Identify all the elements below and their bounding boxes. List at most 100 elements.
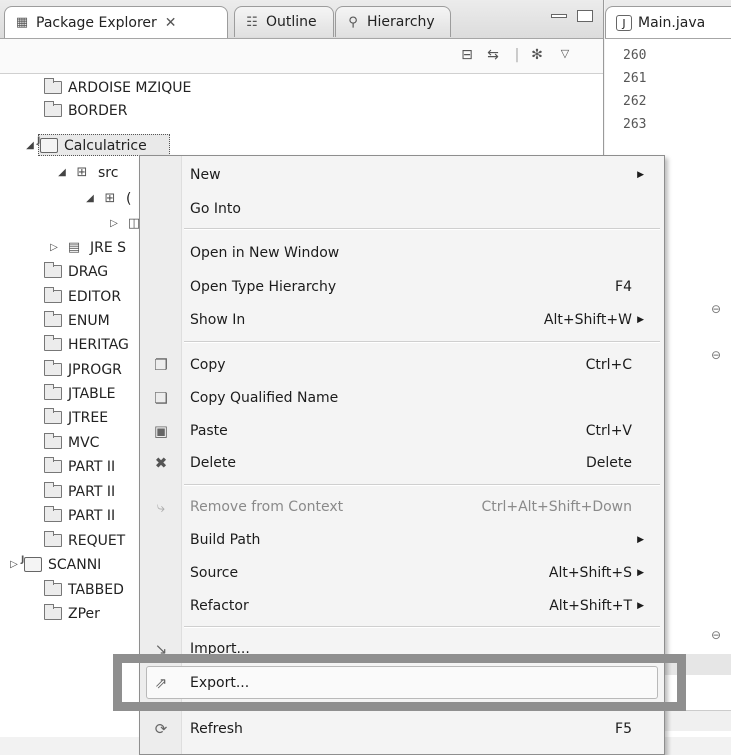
tab-label: Outline [266, 14, 317, 30]
menu-item-copy[interactable]: ❐ Copy Ctrl+C [140, 348, 664, 381]
tree-item[interactable]: ZPer [28, 602, 100, 625]
menu-separator [184, 228, 660, 230]
tree-item[interactable]: JPROGR [28, 358, 122, 381]
focus-task-icon[interactable]: ✻ [528, 47, 546, 63]
fold-icon[interactable]: ⊖ [711, 348, 721, 362]
folder-icon [44, 433, 62, 449]
shortcut-label: Ctrl+C [585, 356, 632, 373]
context-menu: New ▶ Go Into Open in New Window Open Ty… [139, 155, 665, 755]
menu-item-refactor[interactable]: Refactor Alt+Shift+T ▶ [140, 589, 664, 622]
tree-item[interactable]: JTABLE [28, 382, 115, 405]
shortcut-label: Ctrl+Alt+Shift+Down [481, 498, 632, 515]
tree-item[interactable]: PART II [28, 455, 115, 478]
java-project-icon [37, 136, 58, 153]
menu-item-source[interactable]: Source Alt+Shift+S ▶ [140, 556, 664, 589]
folder-icon [44, 408, 62, 424]
folder-icon [44, 287, 62, 303]
menu-item-show-in[interactable]: Show In Alt+Shift+W ▶ [140, 303, 664, 336]
tree-item[interactable]: PART II [28, 504, 115, 527]
fold-icon[interactable]: ⊖ [711, 302, 721, 316]
tree-item[interactable]: ▷ ▤ JRE S [48, 236, 126, 259]
shortcut-label: Alt+Shift+W [543, 311, 632, 328]
view-toolbar: ⊟ ⇆ | ✻ ▽ [0, 39, 603, 74]
tree-item[interactable]: REQUET [28, 529, 125, 552]
tree-item[interactable]: DRAG [28, 260, 108, 283]
tree-item[interactable]: HERITAG [28, 333, 129, 356]
outline-icon: ☷ [246, 14, 258, 30]
window-controls [551, 10, 593, 22]
library-icon: ▤ [67, 239, 81, 255]
menu-item-delete[interactable]: ✖ Delete Delete [140, 446, 664, 479]
menu-item-build-path[interactable]: Build Path ▶ [140, 523, 664, 556]
tab-package-explorer[interactable]: ▦ Package Explorer ✕ [4, 6, 228, 38]
separator-icon: | [514, 47, 520, 63]
line-number: 260 [623, 48, 647, 63]
tab-hierarchy[interactable]: ⚲ Hierarchy [335, 6, 451, 37]
source-folder-icon: ⊞ [76, 164, 88, 180]
collapse-arrow-icon[interactable]: ▷ [108, 218, 120, 229]
folder-icon [44, 384, 62, 400]
shortcut-label: Alt+Shift+S [548, 564, 632, 581]
tree-item[interactable]: EDITOR [28, 285, 121, 308]
tree-item[interactable]: ◢ ⊞( [84, 187, 131, 210]
menu-item-open-in-new-window[interactable]: Open in New Window [140, 236, 664, 269]
java-project-icon [21, 555, 42, 572]
import-icon: ↘ [154, 639, 168, 658]
menu-item-import[interactable]: ↘ Import... [140, 632, 664, 665]
collapse-all-icon[interactable]: ⊟ [458, 47, 476, 63]
line-number: 261 [623, 71, 647, 86]
collapse-arrow-icon[interactable]: ▷ [8, 559, 20, 570]
folder-icon [44, 360, 62, 376]
link-with-editor-icon[interactable]: ⇆ [484, 47, 502, 63]
submenu-arrow-icon: ▶ [637, 534, 644, 545]
tab-main-java[interactable]: J Main.java [605, 6, 731, 38]
menu-item-go-into[interactable]: Go Into [140, 192, 664, 225]
collapse-arrow-icon[interactable]: ▷ [48, 242, 60, 253]
tab-outline[interactable]: ☷ Outline [234, 6, 334, 37]
submenu-arrow-icon: ▶ [637, 567, 644, 578]
close-icon[interactable]: ✕ [165, 15, 177, 31]
menu-item-open-type-hierarchy[interactable]: Open Type Hierarchy F4 [140, 270, 664, 303]
folder-icon [44, 531, 62, 547]
editor-tab-label: Main.java [638, 14, 706, 31]
menu-item-new[interactable]: New ▶ [140, 158, 664, 191]
expand-arrow-icon[interactable]: ◢ [56, 167, 68, 178]
shortcut-label: Delete [586, 454, 632, 471]
copy-icon: ❐ [154, 355, 168, 374]
menu-item-copy-qualified-name[interactable]: ❏ Copy Qualified Name [140, 381, 664, 414]
menu-separator [184, 484, 660, 486]
menu-item-paste[interactable]: ▣ Paste Ctrl+V [140, 414, 664, 447]
folder-icon [44, 262, 62, 278]
shortcut-label: F5 [615, 720, 632, 737]
menu-separator [184, 626, 660, 628]
folder-icon [44, 457, 62, 473]
tree-item[interactable]: ▷SCANNI [8, 553, 101, 576]
tree-item[interactable]: PART II [28, 480, 115, 503]
tree-item[interactable]: ◢ ⊞ src [56, 161, 118, 184]
folder-icon [44, 335, 62, 351]
menu-item-refresh[interactable]: ⟳ Refresh F5 [140, 712, 664, 745]
tab-label: Package Explorer [36, 14, 157, 31]
package-icon: ⊞ [104, 190, 116, 206]
delete-icon: ✖ [154, 453, 168, 472]
tree-item[interactable]: ENUM [28, 309, 110, 332]
tree-item-selected[interactable]: ◢Calculatrice [24, 134, 147, 157]
menu-item-export[interactable]: ⇗ Export... [140, 666, 664, 699]
hierarchy-icon: ⚲ [348, 14, 358, 30]
folder-icon [44, 482, 62, 498]
remove-context-icon: ⤷ [156, 497, 166, 516]
expand-arrow-icon[interactable]: ◢ [84, 193, 96, 204]
tree-item[interactable]: TABBED [28, 578, 124, 601]
tab-label: Hierarchy [367, 14, 435, 30]
expand-arrow-icon[interactable]: ◢ [24, 140, 36, 151]
tree-item[interactable]: ARDOISE MZIQUE [28, 76, 191, 99]
tree-item[interactable]: BORDER [28, 99, 127, 122]
maximize-button[interactable] [577, 10, 593, 22]
minimize-button[interactable] [551, 14, 567, 18]
tree-item[interactable]: JTREE [28, 406, 108, 429]
tree-item[interactable]: MVC [28, 431, 99, 454]
shortcut-label: Ctrl+V [585, 422, 632, 439]
line-number: 262 [623, 94, 647, 109]
view-menu-icon[interactable]: ▽ [556, 47, 574, 63]
fold-icon[interactable]: ⊖ [711, 628, 721, 642]
